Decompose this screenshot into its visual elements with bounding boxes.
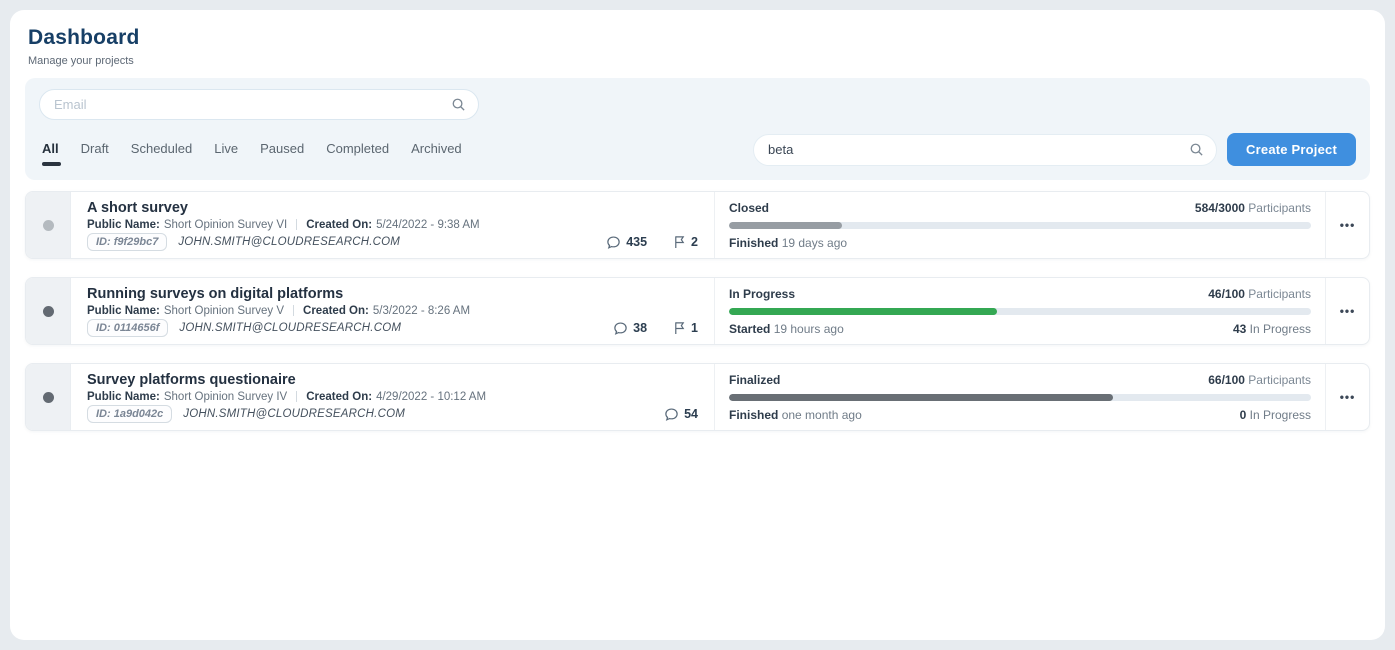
project-card[interactable]: A short survey Public Name: Short Opinio… [25, 191, 1370, 259]
tab-paused[interactable]: Paused [260, 141, 304, 158]
flags-button[interactable]: 1 [673, 321, 698, 335]
comments-button[interactable]: 54 [664, 407, 698, 422]
comments-count: 38 [633, 321, 647, 335]
finish-info: Finished one month ago [729, 408, 862, 422]
meta-divider [296, 219, 297, 230]
progress-section: Finalized 66/100 Participants Finished o… [715, 364, 1325, 430]
meta-divider [293, 305, 294, 316]
project-title[interactable]: A short survey [87, 200, 698, 216]
progress-section: Closed 584/3000 Participants Finished 19… [715, 192, 1325, 258]
tab-archived[interactable]: Archived [411, 141, 462, 158]
public-name-value: Short Opinion Survey V [164, 305, 284, 317]
tab-live[interactable]: Live [214, 141, 238, 158]
participants-count: 46/100 Participants [1208, 287, 1311, 301]
status-label: Finalized [729, 373, 780, 387]
tab-all[interactable]: All [42, 141, 59, 158]
email-search-input[interactable] [54, 97, 443, 112]
owner-email: JOHN.SMITH@CLOUDRESEARCH.COM [178, 236, 400, 248]
status-dot [43, 306, 54, 317]
project-search-field[interactable] [753, 134, 1217, 166]
public-name-value: Short Opinion Survey VI [164, 219, 287, 231]
project-id-badge[interactable]: ID: 0114656f [87, 319, 168, 337]
participants-count: 66/100 Participants [1208, 373, 1311, 387]
progress-bar [729, 222, 1311, 229]
in-progress-info: 43 In Progress [1233, 322, 1311, 336]
status-strip [26, 278, 71, 344]
tab-scheduled[interactable]: Scheduled [131, 141, 192, 158]
project-title[interactable]: Running surveys on digital platforms [87, 286, 698, 302]
project-id-badge[interactable]: ID: f9f29bc7 [87, 233, 167, 251]
created-on-value: 4/29/2022 - 10:12 AM [376, 391, 486, 403]
page-title: Dashboard [25, 26, 1370, 50]
flags-button[interactable]: 2 [673, 235, 698, 249]
finish-info: Finished 19 days ago [729, 236, 847, 250]
project-card[interactable]: Survey platforms questionaire Public Nam… [25, 363, 1370, 431]
owner-email: JOHN.SMITH@CLOUDRESEARCH.COM [179, 322, 401, 334]
comments-count: 435 [626, 235, 647, 249]
status-label: In Progress [729, 287, 795, 301]
project-info: Running surveys on digital platforms Pub… [71, 278, 714, 344]
project-id-badge[interactable]: ID: 1a9d042c [87, 405, 172, 423]
project-search-input[interactable] [768, 142, 1181, 157]
progress-fill [729, 222, 842, 229]
comment-bubble-icon [606, 235, 621, 250]
flags-count: 1 [691, 321, 698, 335]
in-progress-info: 0 In Progress [1240, 408, 1311, 422]
project-meta: Public Name: Short Opinion Survey V Crea… [87, 305, 698, 317]
public-name-label: Public Name: [87, 305, 160, 317]
created-on-label: Created On: [306, 219, 372, 231]
card-menu-button[interactable]: ••• [1326, 278, 1369, 344]
dashboard-page: Dashboard Manage your projects All Draft… [10, 10, 1385, 640]
progress-fill [729, 308, 997, 315]
created-on-value: 5/24/2022 - 9:38 AM [376, 219, 480, 231]
create-project-button[interactable]: Create Project [1227, 133, 1356, 166]
status-strip [26, 364, 71, 430]
status-strip [26, 192, 71, 258]
project-info: A short survey Public Name: Short Opinio… [71, 192, 714, 258]
meta-divider [296, 391, 297, 402]
public-name-value: Short Opinion Survey IV [164, 391, 287, 403]
project-title[interactable]: Survey platforms questionaire [87, 372, 698, 388]
flags-count: 2 [691, 235, 698, 249]
owner-email: JOHN.SMITH@CLOUDRESEARCH.COM [183, 408, 405, 420]
page-subtitle: Manage your projects [25, 55, 1370, 67]
status-label: Closed [729, 201, 769, 215]
email-search-field[interactable] [39, 89, 479, 120]
project-meta: Public Name: Short Opinion Survey VI Cre… [87, 219, 698, 231]
progress-bar [729, 308, 1311, 315]
created-on-value: 5/3/2022 - 8:26 AM [373, 305, 470, 317]
flag-icon [673, 321, 686, 335]
created-on-label: Created On: [303, 305, 369, 317]
progress-bar [729, 394, 1311, 401]
project-info: Survey platforms questionaire Public Nam… [71, 364, 714, 430]
search-icon[interactable] [1189, 142, 1204, 157]
project-meta: Public Name: Short Opinion Survey IV Cre… [87, 391, 698, 403]
status-dot [43, 220, 54, 231]
project-card[interactable]: Running surveys on digital platforms Pub… [25, 277, 1370, 345]
public-name-label: Public Name: [87, 219, 160, 231]
created-on-label: Created On: [306, 391, 372, 403]
tab-completed[interactable]: Completed [326, 141, 389, 158]
comments-count: 54 [684, 407, 698, 421]
finish-info: Started 19 hours ago [729, 322, 844, 336]
comment-bubble-icon [613, 321, 628, 336]
project-list: A short survey Public Name: Short Opinio… [25, 191, 1370, 431]
status-dot [43, 392, 54, 403]
search-icon[interactable] [451, 97, 466, 112]
participants-count: 584/3000 Participants [1195, 201, 1311, 215]
flag-icon [673, 235, 686, 249]
tab-draft[interactable]: Draft [81, 141, 109, 158]
comments-button[interactable]: 435 [606, 235, 647, 250]
filter-panel: All Draft Scheduled Live Paused Complete… [25, 78, 1370, 180]
comment-bubble-icon [664, 407, 679, 422]
progress-fill [729, 394, 1113, 401]
progress-section: In Progress 46/100 Participants Started … [715, 278, 1325, 344]
card-menu-button[interactable]: ••• [1326, 364, 1369, 430]
status-tabs: All Draft Scheduled Live Paused Complete… [39, 141, 462, 158]
public-name-label: Public Name: [87, 391, 160, 403]
comments-button[interactable]: 38 [613, 321, 647, 336]
card-menu-button[interactable]: ••• [1326, 192, 1369, 258]
